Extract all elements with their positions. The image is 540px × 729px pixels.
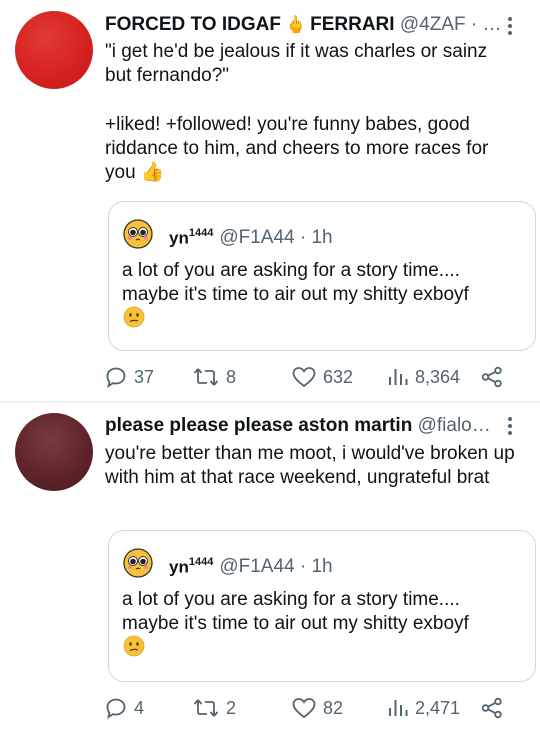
reply-button[interactable]: 37 (104, 362, 154, 392)
quoted-tweet[interactable]: yn1444 @F1A44 · 1h a lot of you are askin… (108, 530, 536, 682)
tweet-header: FORCED TO IDGAF 🖕 FERRARI @4ZAF · … (105, 12, 510, 38)
heart-icon (292, 367, 316, 388)
author-handle[interactable]: @fialo… (418, 415, 491, 436)
quote-avatar-icon[interactable] (123, 548, 153, 578)
quote-header: yn1444 @F1A44 · 1h (169, 220, 333, 251)
share-button[interactable] (480, 693, 504, 723)
quote-text: a lot of you are asking for a story time… (122, 260, 469, 305)
retweet-icon (193, 368, 219, 386)
views-button[interactable]: 2,471 (387, 693, 460, 723)
tweet-text-quote-line: "i get he'd be jealous if it was charles… (105, 41, 488, 86)
tweet-actions: 4 2 82 2,471 (104, 693, 524, 723)
author-name-suffix[interactable]: FERRARI (310, 14, 394, 35)
quote-author-superscript: 1444 (188, 227, 214, 239)
like-button[interactable]: 82 (291, 693, 343, 723)
retweet-count: 2 (226, 697, 237, 718)
views-button[interactable]: 8,364 (387, 362, 460, 392)
like-count: 632 (323, 366, 354, 387)
like-count: 82 (323, 697, 344, 718)
author-avatar[interactable] (15, 11, 93, 89)
retweet-button[interactable]: 8 (192, 362, 236, 392)
tweet-text-body: +liked! +followed! you're funny babes, g… (105, 113, 515, 185)
views-count: 2,471 (415, 697, 461, 718)
quote-handle-time: @F1A44 · 1h (219, 556, 333, 578)
reply-count: 37 (134, 366, 155, 387)
like-button[interactable]: 632 (291, 362, 353, 392)
tweet-header: please please please aston martin @fialo… (105, 413, 510, 439)
quoted-tweet[interactable]: yn1444 @F1A44 · 1h a lot of you are askin… (108, 201, 536, 351)
quote-author-name[interactable]: yn (169, 228, 189, 247)
share-icon (481, 366, 502, 388)
tweet-text-body: you're better than me moot, i would've b… (105, 443, 515, 488)
views-icon (389, 369, 408, 385)
quote-author-name[interactable]: yn (169, 557, 189, 576)
share-icon (481, 697, 502, 719)
reply-icon (106, 367, 126, 388)
quote-handle-time: @F1A44 · 1h (219, 227, 333, 249)
thumbs-up-emoji: 👍 (140, 162, 165, 183)
author-avatar[interactable] (15, 413, 93, 491)
tweet-1[interactable]: FORCED TO IDGAF 🖕 FERRARI @4ZAF · … "i get… (0, 0, 540, 402)
heart-icon (292, 698, 316, 719)
retweet-icon (193, 699, 219, 717)
confused-face-icon (123, 635, 145, 657)
share-button[interactable] (480, 362, 504, 392)
reply-count: 4 (134, 697, 145, 718)
header-ellipsis: · … (470, 14, 502, 35)
tweet-2[interactable]: please please please aston martin @fialo… (0, 403, 540, 729)
tweet-actions: 37 8 632 8,364 (104, 362, 524, 392)
confused-face-icon (123, 306, 145, 328)
reply-button[interactable]: 4 (104, 693, 144, 723)
author-handle[interactable]: @4ZAF (400, 14, 466, 35)
more-options-icon[interactable] (503, 415, 517, 437)
quote-avatar-icon[interactable] (123, 219, 153, 249)
retweet-button[interactable]: 2 (192, 693, 236, 723)
author-name[interactable]: please please please aston martin (105, 415, 412, 436)
reply-icon (106, 698, 126, 719)
views-icon (389, 700, 408, 716)
quote-text: a lot of you are asking for a story time… (122, 589, 469, 634)
quote-header: yn1444 @F1A44 · 1h (169, 549, 333, 580)
middle-finger-emoji: 🖕 (284, 15, 307, 34)
quote-author-superscript: 1444 (188, 556, 214, 568)
views-count: 8,364 (415, 366, 461, 387)
more-options-icon[interactable] (503, 15, 517, 37)
retweet-count: 8 (226, 366, 237, 387)
author-name[interactable]: FORCED TO IDGAF (105, 14, 281, 35)
